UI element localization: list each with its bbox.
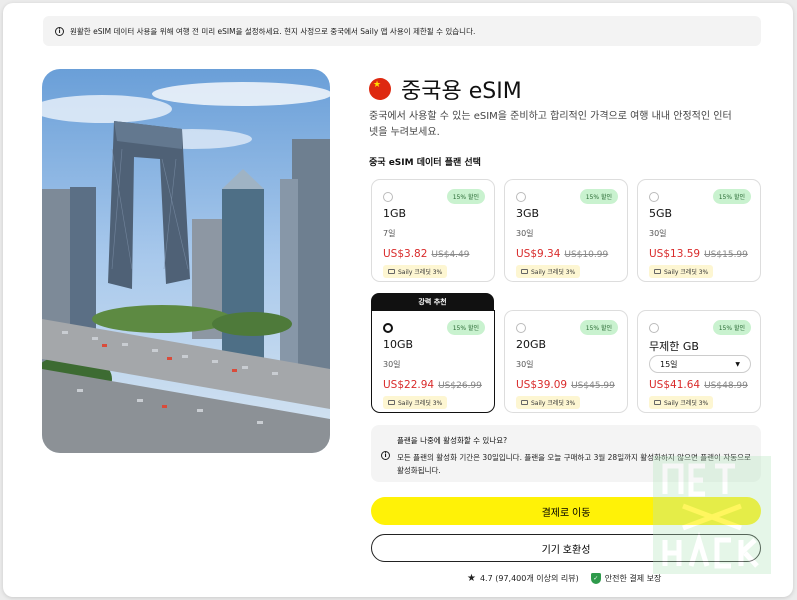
plan-old-price: US$26.99 <box>438 381 482 391</box>
credit-icon <box>388 400 395 405</box>
info-icon: i <box>381 451 390 460</box>
credit-label: Saily 크레딧 3% <box>531 400 576 407</box>
credit-tag: Saily 크레딧 3% <box>383 265 448 278</box>
credit-label: Saily 크레딧 3% <box>531 269 576 276</box>
plan-card-20gb[interactable]: 15% 할인 20GB 30일 US$39.09 US$45.99 Saily … <box>504 310 628 413</box>
info-icon: i <box>55 26 64 36</box>
credit-label: Saily 크레딧 3% <box>664 400 709 407</box>
rating-text: 4.7 (97,400개 이상의 리뷰) <box>479 574 579 583</box>
plan-size: 3GB <box>516 207 540 220</box>
plan-prices: US$9.34 US$10.99 <box>516 248 608 260</box>
plan-size: 무제한 GB <box>649 340 699 353</box>
product-header: ★ 중국용 eSIM <box>369 73 522 105</box>
plan-card-unlimited[interactable]: 15% 할인 무제한 GB 15일 ▼ US$41.64 US$48.99 Sa… <box>637 310 761 413</box>
plan-radio[interactable] <box>383 192 393 202</box>
discount-badge: 15% 할인 <box>712 320 751 335</box>
plan-size: 5GB <box>649 207 673 220</box>
credit-tag: Saily 크레딧 3% <box>649 265 714 278</box>
credit-icon <box>521 269 528 274</box>
plan-old-price: US$45.99 <box>571 381 615 391</box>
credit-icon <box>388 269 395 274</box>
discount-badge: 15% 할인 <box>579 320 618 335</box>
plan-price: US$3.82 <box>383 248 428 260</box>
star-icon: ★ <box>467 573 476 584</box>
plan-radio[interactable] <box>649 192 659 202</box>
trust-footer: ★ 4.7 (97,400개 이상의 리뷰) ✓ 안전한 결제 보장 <box>467 573 661 584</box>
plan-card-3gb[interactable]: 15% 할인 3GB 30일 US$9.34 US$10.99 Saily 크레… <box>504 179 628 282</box>
credit-label: Saily 크레딧 3% <box>398 400 443 407</box>
discount-badge: 15% 할인 <box>579 189 618 204</box>
discount-badge: 15% 할인 <box>712 189 751 204</box>
notice-text: 원활한 eSIM 데이터 사용을 위해 여행 전 미리 eSIM을 설정하세요.… <box>70 26 476 36</box>
plan-card-5gb[interactable]: 15% 할인 5GB 30일 US$13.59 US$15.99 Saily 크… <box>637 179 761 282</box>
shield-check-icon: ✓ <box>590 573 601 584</box>
duration-select-value: 15일 <box>660 359 678 369</box>
credit-tag: Saily 크레딧 3% <box>516 265 581 278</box>
watermark-logo <box>653 456 771 574</box>
activation-question: 플랜을 나중에 활성화할 수 있나요? <box>397 436 508 445</box>
plan-days: 7일 <box>383 229 396 238</box>
china-flag-icon: ★ <box>369 78 391 100</box>
plan-old-price: US$48.99 <box>704 381 748 391</box>
discount-badge: 15% 할인 <box>446 189 485 204</box>
discount-badge: 15% 할인 <box>446 320 485 335</box>
credit-tag: Saily 크레딧 3% <box>516 396 581 409</box>
credit-label: Saily 크레딧 3% <box>398 269 443 276</box>
plan-prices: US$3.82 US$4.49 <box>383 248 470 260</box>
plan-days: 30일 <box>649 229 667 238</box>
plan-size: 20GB <box>516 338 547 351</box>
plan-days: 30일 <box>383 360 401 369</box>
plan-old-price: US$4.49 <box>431 250 470 260</box>
recommended-ribbon: 강력 추천 <box>371 293 494 311</box>
plan-size: 1GB <box>383 207 407 220</box>
plan-old-price: US$10.99 <box>564 250 609 260</box>
plan-radio-selected[interactable] <box>383 323 393 333</box>
plan-price: US$41.64 <box>649 379 701 391</box>
plan-price: US$39.09 <box>516 379 568 391</box>
city-photo-image <box>42 69 330 453</box>
plan-radio[interactable] <box>516 323 526 333</box>
plan-card-1gb[interactable]: 15% 할인 1GB 7일 US$3.82 US$4.49 Saily 크레딧 … <box>371 179 495 282</box>
plan-prices: US$22.94 US$26.99 <box>383 379 482 391</box>
plan-card-10gb[interactable]: 15% 할인 10GB 30일 US$22.94 US$26.99 Saily … <box>371 310 495 413</box>
plan-price: US$22.94 <box>383 379 435 391</box>
plan-prices: US$39.09 US$45.99 <box>516 379 615 391</box>
notice-banner: i 원활한 eSIM 데이터 사용을 위해 여행 전 미리 eSIM을 설정하세… <box>43 16 761 46</box>
plan-prices: US$41.64 US$48.99 <box>649 379 748 391</box>
credit-tag: Saily 크레딧 3% <box>649 396 714 409</box>
credit-icon <box>654 269 661 274</box>
plans-heading: 중국 eSIM 데이터 플랜 선택 <box>369 158 481 168</box>
page-frame: i 원활한 eSIM 데이터 사용을 위해 여행 전 미리 eSIM을 설정하세… <box>3 3 793 597</box>
plan-days: 30일 <box>516 360 534 369</box>
product-description: 중국에서 사용할 수 있는 eSIM을 준비하고 합리적인 가격으로 여행 내내… <box>369 111 732 138</box>
plan-size: 10GB <box>383 338 414 351</box>
plan-radio[interactable] <box>516 192 526 202</box>
city-photo <box>42 69 330 453</box>
plan-price: US$9.34 <box>516 248 561 260</box>
credit-label: Saily 크레딧 3% <box>664 269 709 276</box>
plan-price: US$13.59 <box>649 248 701 260</box>
secure-payment-text: 안전한 결제 보장 <box>604 574 662 583</box>
credit-icon <box>521 400 528 405</box>
page-title: 중국용 eSIM <box>401 79 522 104</box>
plan-prices: US$13.59 US$15.99 <box>649 248 748 260</box>
credit-tag: Saily 크레딧 3% <box>383 396 448 409</box>
duration-select[interactable]: 15일 ▼ <box>649 355 751 373</box>
plan-old-price: US$15.99 <box>704 250 748 260</box>
plan-days: 30일 <box>516 229 534 238</box>
credit-icon <box>654 400 661 405</box>
caret-down-icon: ▼ <box>735 360 740 368</box>
plan-radio[interactable] <box>649 323 659 333</box>
